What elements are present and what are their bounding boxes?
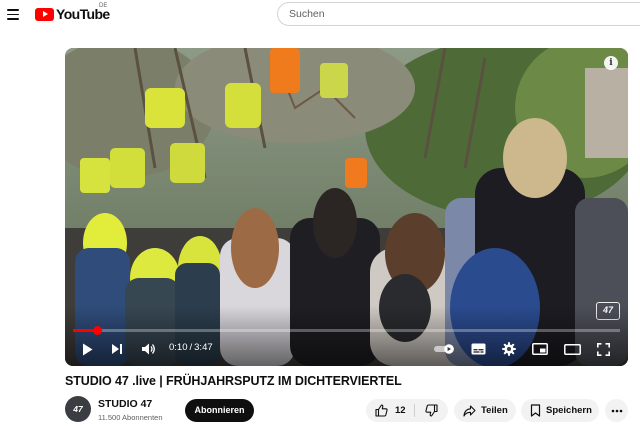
video-player[interactable]: i 47 0:10/3:47 — [65, 48, 628, 366]
search-input[interactable]: Suchen — [277, 2, 640, 26]
more-horizontal-icon — [611, 409, 622, 412]
duration: 3:47 — [194, 342, 213, 353]
info-icon[interactable]: i — [604, 56, 618, 70]
bookmark-icon — [530, 404, 541, 417]
volume-icon[interactable] — [140, 338, 158, 360]
more-actions-button[interactable] — [605, 399, 628, 422]
progress-bar[interactable] — [73, 326, 620, 335]
hamburger-menu-icon[interactable] — [4, 5, 24, 23]
time-separator: / — [189, 342, 193, 353]
masthead: YouTube DE Suchen — [0, 0, 640, 30]
miniplayer-icon[interactable] — [531, 338, 549, 360]
save-button[interactable]: Speichern — [521, 399, 599, 422]
youtube-play-logo-icon — [35, 7, 54, 21]
thumbs-down-icon — [425, 404, 438, 417]
play-icon[interactable] — [79, 338, 95, 360]
channel-name[interactable]: STUDIO 47 — [98, 398, 152, 410]
dislike-button[interactable] — [415, 399, 448, 422]
current-time: 0:10 — [169, 342, 188, 353]
video-title: STUDIO 47 .live | FRÜHJAHRSPUTZ IM DICHT… — [65, 374, 402, 388]
like-count: 12 — [395, 405, 406, 416]
channel-avatar[interactable]: 47 — [65, 396, 91, 422]
save-label: Speichern — [546, 405, 592, 416]
settings-gear-icon[interactable] — [500, 338, 518, 360]
autoplay-toggle[interactable] — [433, 338, 457, 360]
fullscreen-icon[interactable] — [594, 338, 612, 360]
subtitles-icon[interactable] — [469, 338, 487, 360]
country-code: DE — [99, 3, 108, 9]
like-button[interactable]: 12 — [366, 399, 414, 422]
like-dislike-group: 12 — [366, 399, 448, 422]
player-controls: 0:10/3:47 — [65, 338, 628, 360]
theater-mode-icon[interactable] — [562, 338, 582, 360]
next-icon[interactable] — [109, 338, 125, 360]
progress-scrubber[interactable] — [93, 326, 103, 335]
subscribe-button[interactable]: Abonnieren — [185, 399, 254, 422]
share-arrow-icon — [463, 404, 476, 417]
subscriber-count: 11.500 Abonnenten — [98, 413, 163, 422]
share-label: Teilen — [481, 405, 508, 416]
thumbs-up-icon — [375, 404, 388, 417]
share-button[interactable]: Teilen — [454, 399, 516, 422]
time-display: 0:10/3:47 — [169, 342, 213, 353]
